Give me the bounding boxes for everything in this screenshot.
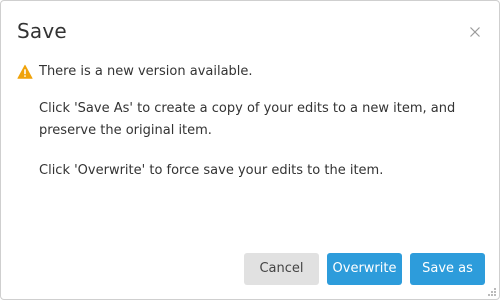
dialog-title: Save xyxy=(17,19,67,43)
warning-message: There is a new version available. xyxy=(17,62,253,82)
warning-text: There is a new version available. xyxy=(39,64,253,79)
save-as-explanation: Click 'Save As' to create a copy of your… xyxy=(39,101,456,138)
overwrite-button[interactable]: Overwrite xyxy=(327,253,402,285)
close-button[interactable] xyxy=(465,22,485,42)
overwrite-explanation: Click 'Overwrite' to force save your edi… xyxy=(39,163,384,178)
save-dialog: Save There is a new version available. C… xyxy=(0,0,500,300)
warning-icon xyxy=(17,64,33,79)
close-icon xyxy=(470,27,480,37)
save-as-button[interactable]: Save as xyxy=(410,253,485,285)
resize-grip-icon[interactable] xyxy=(485,285,497,297)
cancel-button[interactable]: Cancel xyxy=(244,253,319,285)
